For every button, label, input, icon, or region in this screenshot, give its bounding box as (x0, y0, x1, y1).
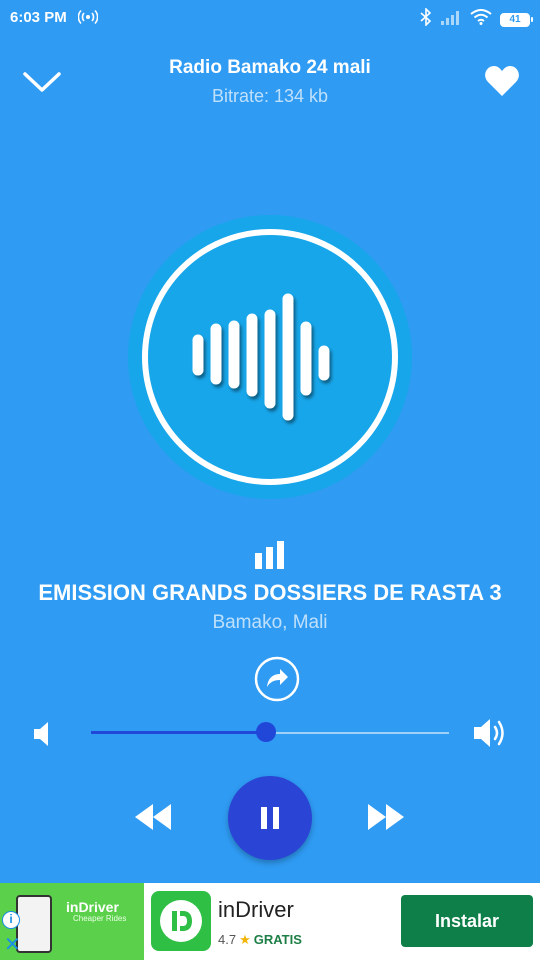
volume-thumb[interactable] (256, 722, 277, 742)
ad-banner-subtitle: Cheaper Rides (73, 914, 127, 923)
share-icon (254, 656, 300, 702)
fast-forward-button[interactable] (364, 800, 408, 834)
star-icon: ★ (239, 932, 251, 947)
station-artwork (128, 215, 412, 499)
wifi-icon (470, 9, 492, 30)
battery-level: 41 (509, 14, 521, 25)
pause-icon (261, 807, 279, 829)
broadcast-icon (77, 9, 99, 30)
pause-button[interactable] (228, 776, 312, 860)
equalizer-icon (255, 541, 285, 569)
favorite-button[interactable] (484, 64, 520, 98)
volume-fill (91, 731, 267, 734)
install-button[interactable]: Instalar (401, 895, 533, 947)
bluetooth-icon (420, 7, 432, 31)
volume-slider[interactable] (91, 722, 449, 744)
fast-forward-icon (368, 804, 404, 830)
volume-high-icon[interactable] (472, 716, 510, 750)
battery-icon: 41 (500, 12, 533, 27)
phone-illustration (16, 895, 52, 953)
app-logo[interactable] (151, 891, 211, 951)
rewind-button[interactable] (131, 800, 175, 834)
status-bar: 6:03 PM 41 (0, 0, 540, 36)
ad-image[interactable]: inDriver Cheaper Rides (0, 883, 144, 960)
sound-wave-icon (192, 293, 330, 421)
rewind-icon (135, 804, 171, 830)
station-name: Radio Bamako 24 mali (169, 57, 371, 78)
ad-banner: inDriver Cheaper Rides i ✕ inDriver 4.7 ★… (0, 883, 540, 960)
app-rating: 4.7 (218, 932, 237, 947)
ad-info-icon[interactable]: i (2, 911, 20, 929)
status-icons: 41 (420, 7, 533, 31)
share-button[interactable] (254, 656, 300, 702)
signal-icon (440, 9, 462, 30)
app-price: GRATIS (253, 932, 302, 947)
track-title: EMISSION GRANDS DOSSIERS DE RASTA 3 (38, 580, 502, 605)
bitrate-label: Bitrate: 134 kb (211, 86, 329, 106)
app-rating-row: 4.7 ★ GRATIS (218, 932, 302, 948)
volume-low-icon[interactable] (32, 720, 54, 748)
ad-close-icon[interactable]: ✕ (4, 935, 21, 955)
app-logo-mark (160, 900, 202, 942)
status-time: 6:03 PM (10, 9, 67, 26)
ad-banner-title: inDriver (66, 899, 119, 915)
station-location: Bamako, Mali (212, 612, 328, 633)
heart-icon (485, 66, 519, 96)
app-name: inDriver (218, 897, 294, 922)
